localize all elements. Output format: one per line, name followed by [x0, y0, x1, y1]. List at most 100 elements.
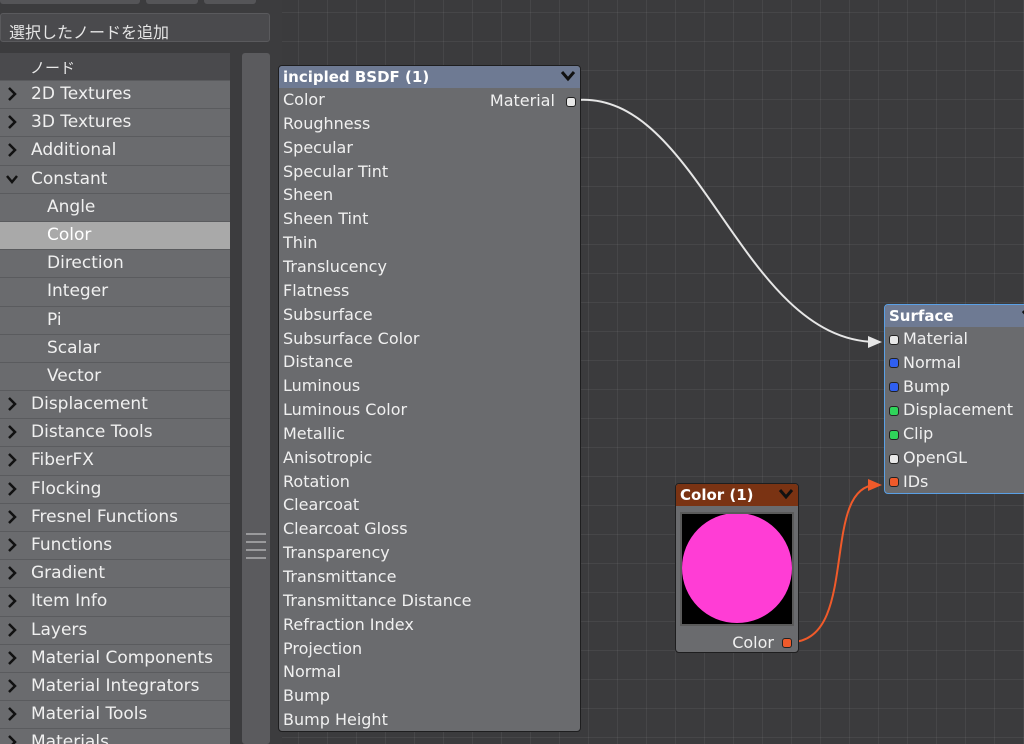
input-port-thin[interactable]: Thin: [283, 233, 318, 257]
opengl-input-socket[interactable]: [889, 453, 899, 464]
tree-item-material-tools[interactable]: Material Tools: [0, 700, 230, 728]
collapse-chevron-icon[interactable]: [560, 70, 576, 82]
tree-item-gradient[interactable]: Gradient: [0, 559, 230, 587]
tree-item-fresnel-functions[interactable]: Fresnel Functions: [0, 502, 230, 531]
chevron-right-icon[interactable]: [6, 87, 18, 101]
input-port-subsurface-color[interactable]: Subsurface Color: [283, 329, 419, 353]
input-port-metallic[interactable]: Metallic: [283, 424, 345, 448]
chevron-right-icon[interactable]: [6, 622, 18, 637]
chevron-right-icon[interactable]: [6, 115, 18, 130]
surface-input-displacement[interactable]: Displacement: [889, 400, 1013, 424]
chevron-right-icon[interactable]: [6, 707, 18, 722]
input-port-luminous[interactable]: Luminous: [283, 376, 360, 400]
principled-bsdf-title[interactable]: incipled BSDF (1): [279, 66, 580, 88]
chevron-right-icon[interactable]: [6, 425, 18, 440]
tree-item-layers[interactable]: Layers: [0, 615, 230, 644]
input-port-refraction-index[interactable]: Refraction Index: [283, 615, 414, 639]
tree-item-direction[interactable]: Direction: [0, 249, 230, 277]
tree-item-materials[interactable]: Materials: [0, 728, 230, 744]
panel-top-button-left[interactable]: [0, 0, 140, 4]
surface-input-opengl[interactable]: OpenGL: [889, 448, 967, 472]
surface-input-bump[interactable]: Bump: [889, 377, 950, 401]
chevron-right-icon[interactable]: [6, 735, 18, 744]
chevron-right-icon[interactable]: [6, 650, 18, 665]
input-port-clearcoat-gloss[interactable]: Clearcoat Gloss: [283, 519, 408, 543]
input-port-sheen[interactable]: Sheen: [283, 185, 333, 209]
input-port-bump-height[interactable]: Bump Height: [283, 710, 388, 731]
tree-item-color[interactable]: Color: [0, 220, 230, 250]
surface-output-node[interactable]: Surface Material Normal Bump Displacement Cl…: [884, 304, 1024, 494]
collapse-chevron-icon[interactable]: [778, 488, 794, 500]
principled-bsdf-node[interactable]: incipled BSDF (1) Material Color Roughnes…: [278, 65, 581, 732]
surface-node-title[interactable]: Surface: [885, 305, 1024, 327]
tree-item-angle[interactable]: Angle: [0, 192, 230, 221]
input-port-normal[interactable]: Normal: [283, 662, 341, 686]
tree-item-item-info[interactable]: Item Info: [0, 587, 230, 615]
tree-item-vector[interactable]: Vector: [0, 361, 230, 390]
input-port-distance[interactable]: Distance: [283, 352, 353, 376]
panel-top-button-right[interactable]: [204, 0, 256, 4]
input-port-color[interactable]: Color: [283, 90, 325, 114]
tree-item-pi[interactable]: Pi: [0, 305, 230, 334]
input-port-projection[interactable]: Projection: [283, 639, 362, 663]
tree-item-constant[interactable]: Constant: [0, 164, 230, 193]
material-output-socket[interactable]: [566, 96, 576, 107]
chevron-right-icon[interactable]: [6, 509, 18, 524]
input-port-clearcoat[interactable]: Clearcoat: [283, 495, 359, 519]
tree-scrollbar[interactable]: [242, 53, 270, 744]
tree-item-fiberfx[interactable]: FiberFX: [0, 446, 230, 474]
color-node-title[interactable]: Color (1): [676, 484, 798, 506]
bump-input-socket[interactable]: [889, 382, 899, 393]
tree-item-3d-textures[interactable]: 3D Textures: [0, 108, 230, 136]
surface-input-normal[interactable]: Normal: [889, 353, 961, 377]
input-port-specular-tint[interactable]: Specular Tint: [283, 162, 388, 186]
tree-item-scalar[interactable]: Scalar: [0, 333, 230, 362]
tree-item-material-integrators[interactable]: Material Integrators: [0, 671, 230, 700]
normal-input-socket[interactable]: [889, 358, 899, 369]
input-port-roughness[interactable]: Roughness: [283, 114, 370, 138]
input-port-transmittance[interactable]: Transmittance: [283, 567, 396, 591]
surface-input-clip[interactable]: Clip: [889, 424, 933, 448]
ids-input-socket[interactable]: [889, 477, 899, 488]
tree-item-displacement[interactable]: Displacement: [0, 390, 230, 418]
chevron-right-icon[interactable]: [6, 566, 18, 581]
chevron-right-icon[interactable]: [6, 397, 18, 411]
input-port-flatness[interactable]: Flatness: [283, 281, 349, 305]
chevron-right-icon[interactable]: [6, 594, 18, 609]
tree-item-flocking[interactable]: Flocking: [0, 474, 230, 503]
chevron-right-icon[interactable]: [6, 143, 18, 158]
input-port-transparency[interactable]: Transparency: [283, 543, 390, 567]
add-selected-node-button[interactable]: 選択したノードを追加: [0, 13, 270, 42]
input-port-subsurface[interactable]: Subsurface: [283, 305, 373, 329]
chevron-right-icon[interactable]: [6, 481, 18, 496]
input-port-luminous-color[interactable]: Luminous Color: [283, 400, 407, 424]
input-port-rotation[interactable]: Rotation: [283, 472, 350, 496]
chevron-down-icon[interactable]: [6, 172, 18, 186]
input-port-bump[interactable]: Bump: [283, 686, 330, 710]
surface-input-ids[interactable]: IDs: [889, 472, 928, 493]
color-preview-swatch[interactable]: [680, 512, 794, 626]
material-input-socket[interactable]: [889, 334, 899, 345]
tree-item-distance-tools[interactable]: Distance Tools: [0, 418, 230, 446]
tree-item-additional[interactable]: Additional: [0, 136, 230, 164]
tree-item-material-components[interactable]: Material Components: [0, 643, 230, 672]
tree-item-2d-textures[interactable]: 2D Textures: [0, 80, 230, 108]
scrollbar-grip[interactable]: [246, 533, 266, 565]
surface-input-material[interactable]: Material: [889, 329, 968, 353]
input-port-sheen-tint[interactable]: Sheen Tint: [283, 209, 368, 233]
clip-input-socket[interactable]: [889, 429, 899, 440]
input-port-transmittance-distance[interactable]: Transmittance Distance: [283, 591, 472, 615]
chevron-right-icon[interactable]: [6, 538, 18, 552]
panel-top-button-mid[interactable]: [146, 0, 198, 4]
color-output-socket[interactable]: [782, 638, 792, 648]
principled-output-material[interactable]: Material: [490, 91, 576, 110]
input-port-specular[interactable]: Specular: [283, 138, 353, 162]
tree-item-functions[interactable]: Functions: [0, 531, 230, 559]
displacement-input-socket[interactable]: [889, 405, 899, 416]
color-constant-node[interactable]: Color (1) Color: [675, 483, 799, 653]
input-port-translucency[interactable]: Translucency: [283, 257, 387, 281]
chevron-right-icon[interactable]: [6, 453, 18, 468]
chevron-right-icon[interactable]: [6, 679, 18, 693]
input-port-anisotropic[interactable]: Anisotropic: [283, 448, 372, 472]
tree-item-integer[interactable]: Integer: [0, 277, 230, 305]
